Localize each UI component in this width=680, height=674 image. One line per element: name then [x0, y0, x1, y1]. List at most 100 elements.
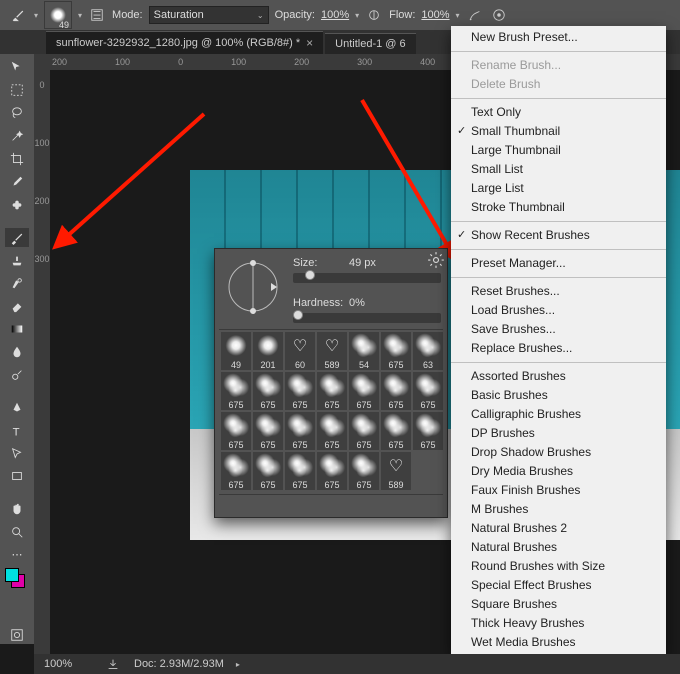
brush-preset[interactable]: 63 [413, 332, 443, 370]
menu-square-brushes[interactable]: Square Brushes [451, 595, 666, 614]
move-tool[interactable] [5, 58, 29, 77]
brush-preset[interactable]: 675 [413, 412, 443, 450]
document-tab-1[interactable]: sunflower-3292932_1280.jpg @ 100% (RGB/8… [46, 31, 323, 54]
crop-tool[interactable] [5, 150, 29, 169]
menu-text-only[interactable]: Text Only [451, 103, 666, 122]
brush-preset[interactable]: 675 [349, 412, 379, 450]
edit-toolbar[interactable]: ⋯ [5, 545, 29, 564]
brush-preset[interactable]: ♡589 [317, 332, 347, 370]
rectangle-tool[interactable] [5, 467, 29, 486]
brush-preview[interactable]: 49 [44, 1, 72, 29]
menu-reset-brushes[interactable]: Reset Brushes... [451, 282, 666, 301]
brush-preset[interactable]: 675 [381, 412, 411, 450]
menu-drop-shadow-brushes[interactable]: Drop Shadow Brushes [451, 443, 666, 462]
menu-wet-media-brushes[interactable]: Wet Media Brushes [451, 633, 666, 652]
hand-tool[interactable] [5, 500, 29, 519]
menu-basic-brushes[interactable]: Basic Brushes [451, 386, 666, 405]
blend-mode-select[interactable]: Saturation ⌄ [149, 6, 269, 24]
flow-chevron-icon[interactable]: ▾ [456, 11, 460, 20]
menu-replace-brushes[interactable]: Replace Brushes... [451, 339, 666, 358]
brush-preset[interactable]: 675 [285, 372, 315, 410]
menu-new-brush-preset[interactable]: New Brush Preset... [451, 28, 666, 47]
brush-preset-chevron-icon[interactable]: ▾ [78, 11, 82, 20]
brush-preset[interactable]: 675 [221, 452, 251, 490]
opacity-chevron-icon[interactable]: ▾ [355, 11, 359, 20]
menu-large-thumbnail[interactable]: Large Thumbnail [451, 141, 666, 160]
opacity-value[interactable]: 100% [321, 9, 349, 21]
quick-mask-toggle[interactable] [5, 625, 29, 644]
pen-tool[interactable] [5, 398, 29, 417]
size-value[interactable]: 49 px [349, 257, 391, 269]
healing-brush-tool[interactable] [5, 196, 29, 215]
menu-calligraphic-brushes[interactable]: Calligraphic Brushes [451, 405, 666, 424]
brush-preset[interactable]: 675 [349, 372, 379, 410]
brush-preset[interactable]: 675 [381, 332, 411, 370]
hardness-slider[interactable] [293, 313, 441, 323]
status-chevron-icon[interactable]: ▸ [236, 660, 240, 669]
menu-small-thumbnail[interactable]: ✓Small Thumbnail [451, 122, 666, 141]
gear-icon[interactable] [427, 251, 445, 269]
pressure-size-icon[interactable] [490, 6, 508, 24]
menu-natural-brushes[interactable]: Natural Brushes [451, 538, 666, 557]
brush-settings-toggle-icon[interactable] [88, 6, 106, 24]
brush-preset[interactable]: 201 [253, 332, 283, 370]
brush-preset[interactable]: 675 [285, 452, 315, 490]
brush-preset[interactable]: 675 [253, 412, 283, 450]
clone-stamp-tool[interactable] [5, 251, 29, 270]
brush-preset[interactable]: 675 [317, 372, 347, 410]
menu-save-brushes[interactable]: Save Brushes... [451, 320, 666, 339]
brush-preset[interactable]: 675 [381, 372, 411, 410]
menu-natural-brushes-2[interactable]: Natural Brushes 2 [451, 519, 666, 538]
menu-special-effect-brushes[interactable]: Special Effect Brushes [451, 576, 666, 595]
menu-show-recent-brushes[interactable]: ✓Show Recent Brushes [451, 226, 666, 245]
menu-round-brushes-with-size[interactable]: Round Brushes with Size [451, 557, 666, 576]
menu-dry-media-brushes[interactable]: Dry Media Brushes [451, 462, 666, 481]
brush-preset[interactable]: 675 [253, 452, 283, 490]
zoom-field[interactable]: 100% [44, 658, 92, 670]
flow-value[interactable]: 100% [421, 9, 449, 21]
brush-preset[interactable]: 675 [253, 372, 283, 410]
menu-m-brushes[interactable]: M Brushes [451, 500, 666, 519]
zoom-tool[interactable] [5, 523, 29, 542]
dodge-tool[interactable] [5, 366, 29, 385]
history-brush-tool[interactable] [5, 274, 29, 293]
brush-preset[interactable]: 675 [349, 452, 379, 490]
brush-preset[interactable]: 675 [317, 452, 347, 490]
magic-wand-tool[interactable] [5, 127, 29, 146]
size-slider[interactable] [293, 273, 441, 283]
menu-assorted-brushes[interactable]: Assorted Brushes [451, 367, 666, 386]
menu-small-list[interactable]: Small List [451, 160, 666, 179]
tool-preset-chevron-icon[interactable]: ▾ [34, 11, 38, 20]
menu-load-brushes[interactable]: Load Brushes... [451, 301, 666, 320]
path-selection-tool[interactable] [5, 444, 29, 463]
menu-thick-heavy-brushes[interactable]: Thick Heavy Brushes [451, 614, 666, 633]
brush-preset[interactable]: ♡60 [285, 332, 315, 370]
brush-preset[interactable]: 49 [221, 332, 251, 370]
color-swatches[interactable] [5, 568, 29, 591]
brush-tool[interactable] [5, 228, 29, 247]
foreground-color-swatch[interactable] [5, 568, 19, 582]
brush-preset[interactable]: 54 [349, 332, 379, 370]
hardness-value[interactable]: 0% [349, 297, 391, 309]
export-icon[interactable] [104, 655, 122, 673]
document-tab-2[interactable]: Untitled-1 @ 6 [325, 33, 415, 54]
marquee-tool[interactable] [5, 81, 29, 100]
eyedropper-tool[interactable] [5, 173, 29, 192]
menu-stroke-thumbnail[interactable]: Stroke Thumbnail [451, 198, 666, 217]
lasso-tool[interactable] [5, 104, 29, 123]
menu-dp-brushes[interactable]: DP Brushes [451, 424, 666, 443]
brush-preset[interactable]: 675 [317, 412, 347, 450]
airbrush-icon[interactable] [466, 6, 484, 24]
close-icon[interactable]: × [306, 36, 313, 50]
menu-large-list[interactable]: Large List [451, 179, 666, 198]
brush-preset[interactable]: 675 [221, 412, 251, 450]
brush-preset[interactable]: 675 [221, 372, 251, 410]
brush-preset[interactable]: 675 [285, 412, 315, 450]
menu-preset-manager[interactable]: Preset Manager... [451, 254, 666, 273]
gradient-tool[interactable] [5, 320, 29, 339]
brush-preset[interactable]: 675 [413, 372, 443, 410]
brush-angle-control[interactable] [221, 255, 285, 319]
brush-preset[interactable]: ♡589 [381, 452, 411, 490]
blur-tool[interactable] [5, 343, 29, 362]
eraser-tool[interactable] [5, 297, 29, 316]
